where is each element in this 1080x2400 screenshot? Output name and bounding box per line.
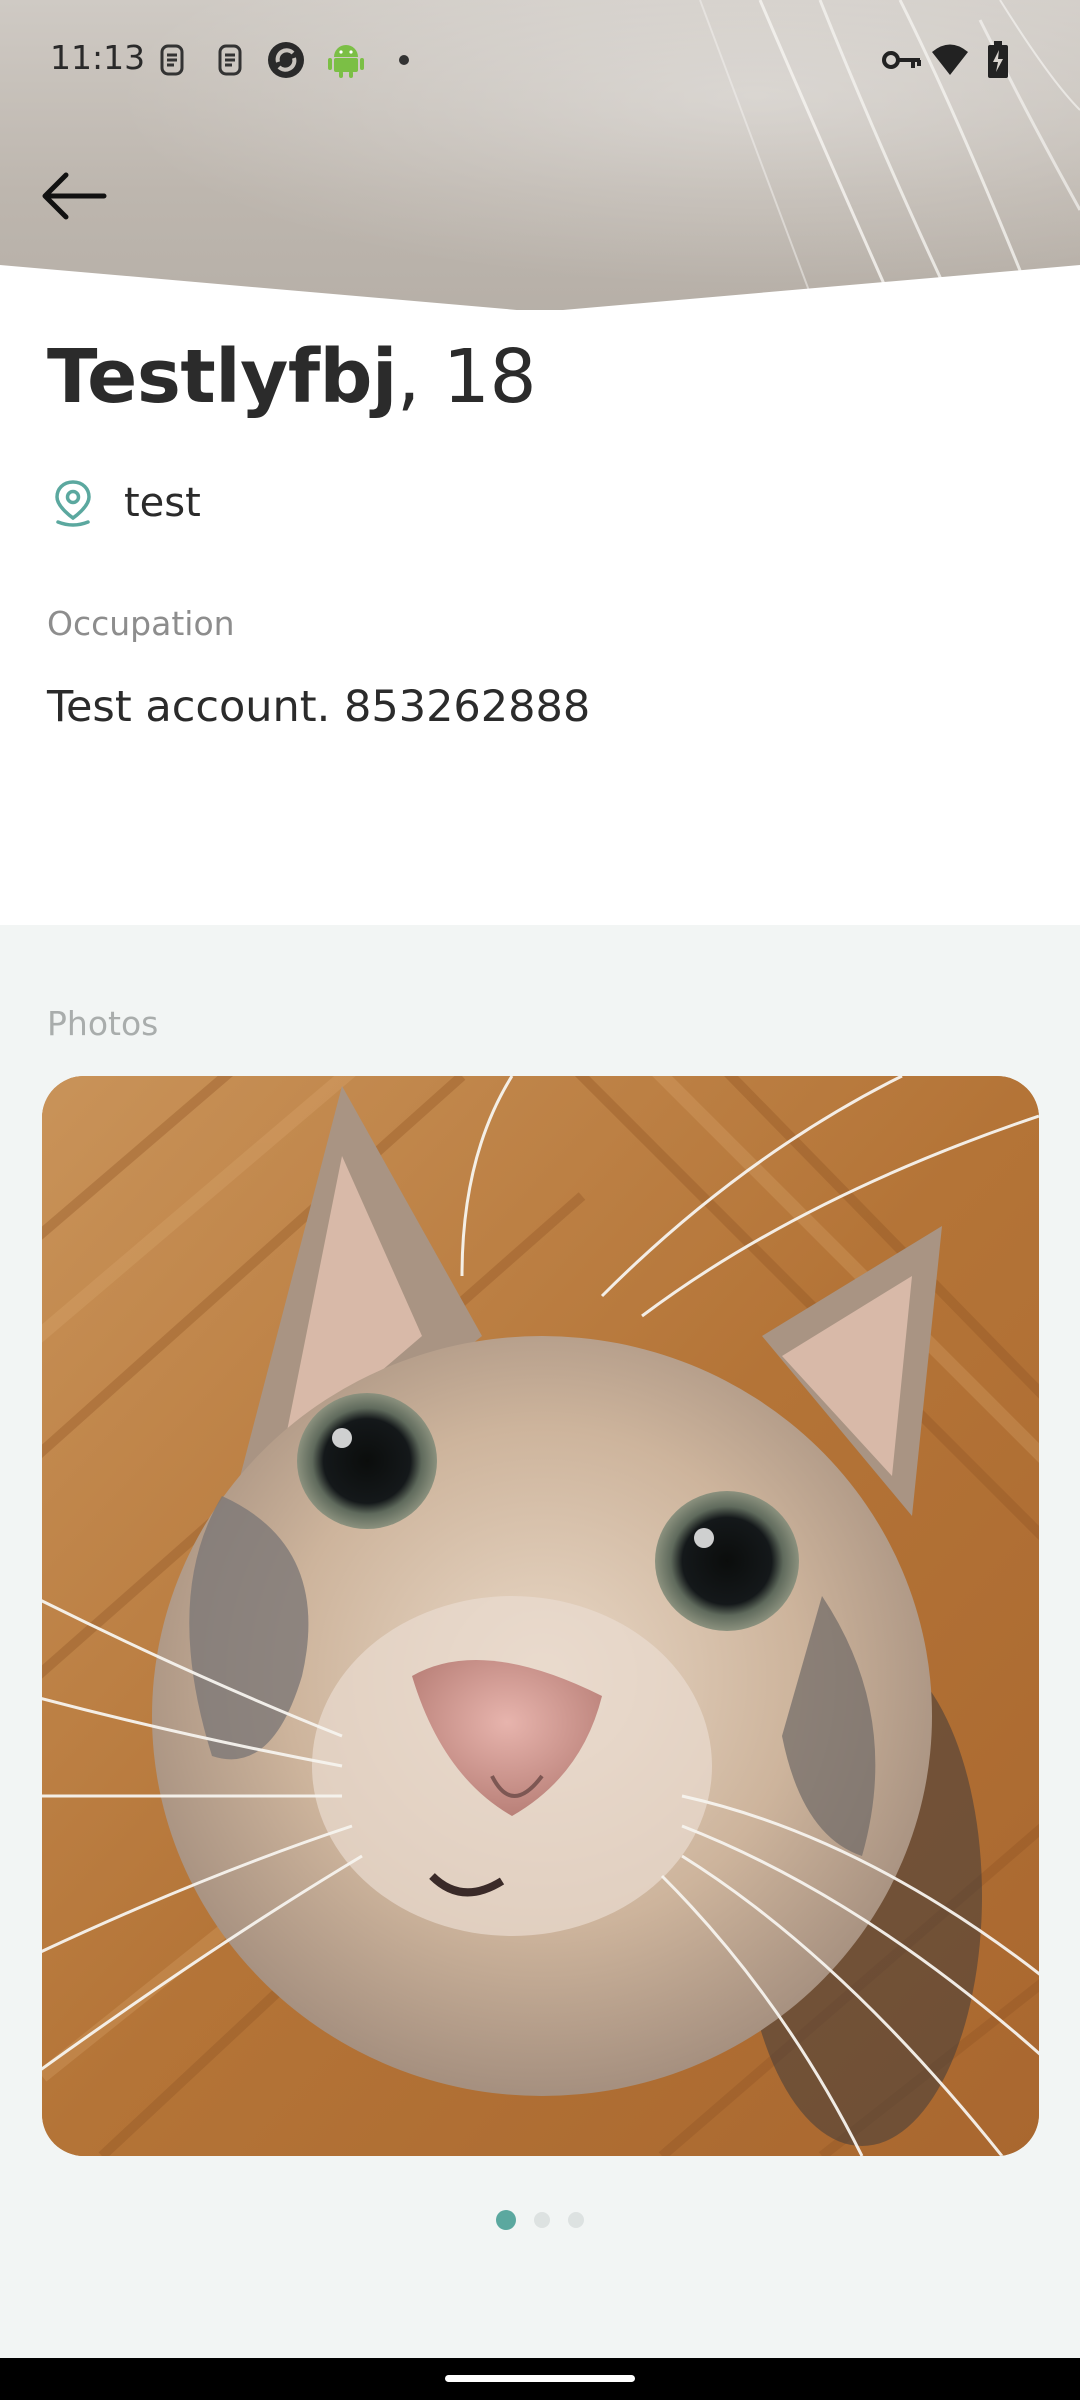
status-bar: 11:13 [0, 0, 1080, 120]
sim-icon [210, 40, 250, 80]
android-icon [326, 40, 366, 80]
dot-icon [384, 40, 424, 80]
sync-icon [266, 40, 306, 80]
photo-pager-indicator [0, 2208, 1080, 2232]
battery-charging-icon [978, 40, 1018, 80]
location-text: test [124, 480, 201, 526]
location-pin-icon [55, 480, 91, 527]
vpn-key-icon [880, 40, 924, 80]
profile-photo[interactable] [42, 1076, 1039, 2156]
arrow-left-icon [42, 172, 107, 220]
occupation-value: Test account. 853262888 [47, 682, 591, 732]
pager-dot-1[interactable] [496, 2210, 516, 2230]
profile-name: Testlyfbj [47, 334, 397, 420]
home-indicator[interactable] [445, 2375, 635, 2382]
status-time: 11:13 [50, 38, 146, 77]
pager-dot-2[interactable] [534, 2212, 550, 2228]
back-button[interactable] [28, 160, 118, 232]
profile-name-heading: Testlyfbj, 18 [47, 334, 537, 420]
pager-dot-3[interactable] [568, 2212, 584, 2228]
wifi-icon [928, 40, 972, 80]
profile-age: , 18 [396, 334, 537, 420]
occupation-label: Occupation [47, 604, 235, 643]
sim-icon [152, 40, 192, 80]
cat-photo-illustration [42, 1076, 1039, 2156]
photos-section-label: Photos [47, 1004, 159, 1043]
